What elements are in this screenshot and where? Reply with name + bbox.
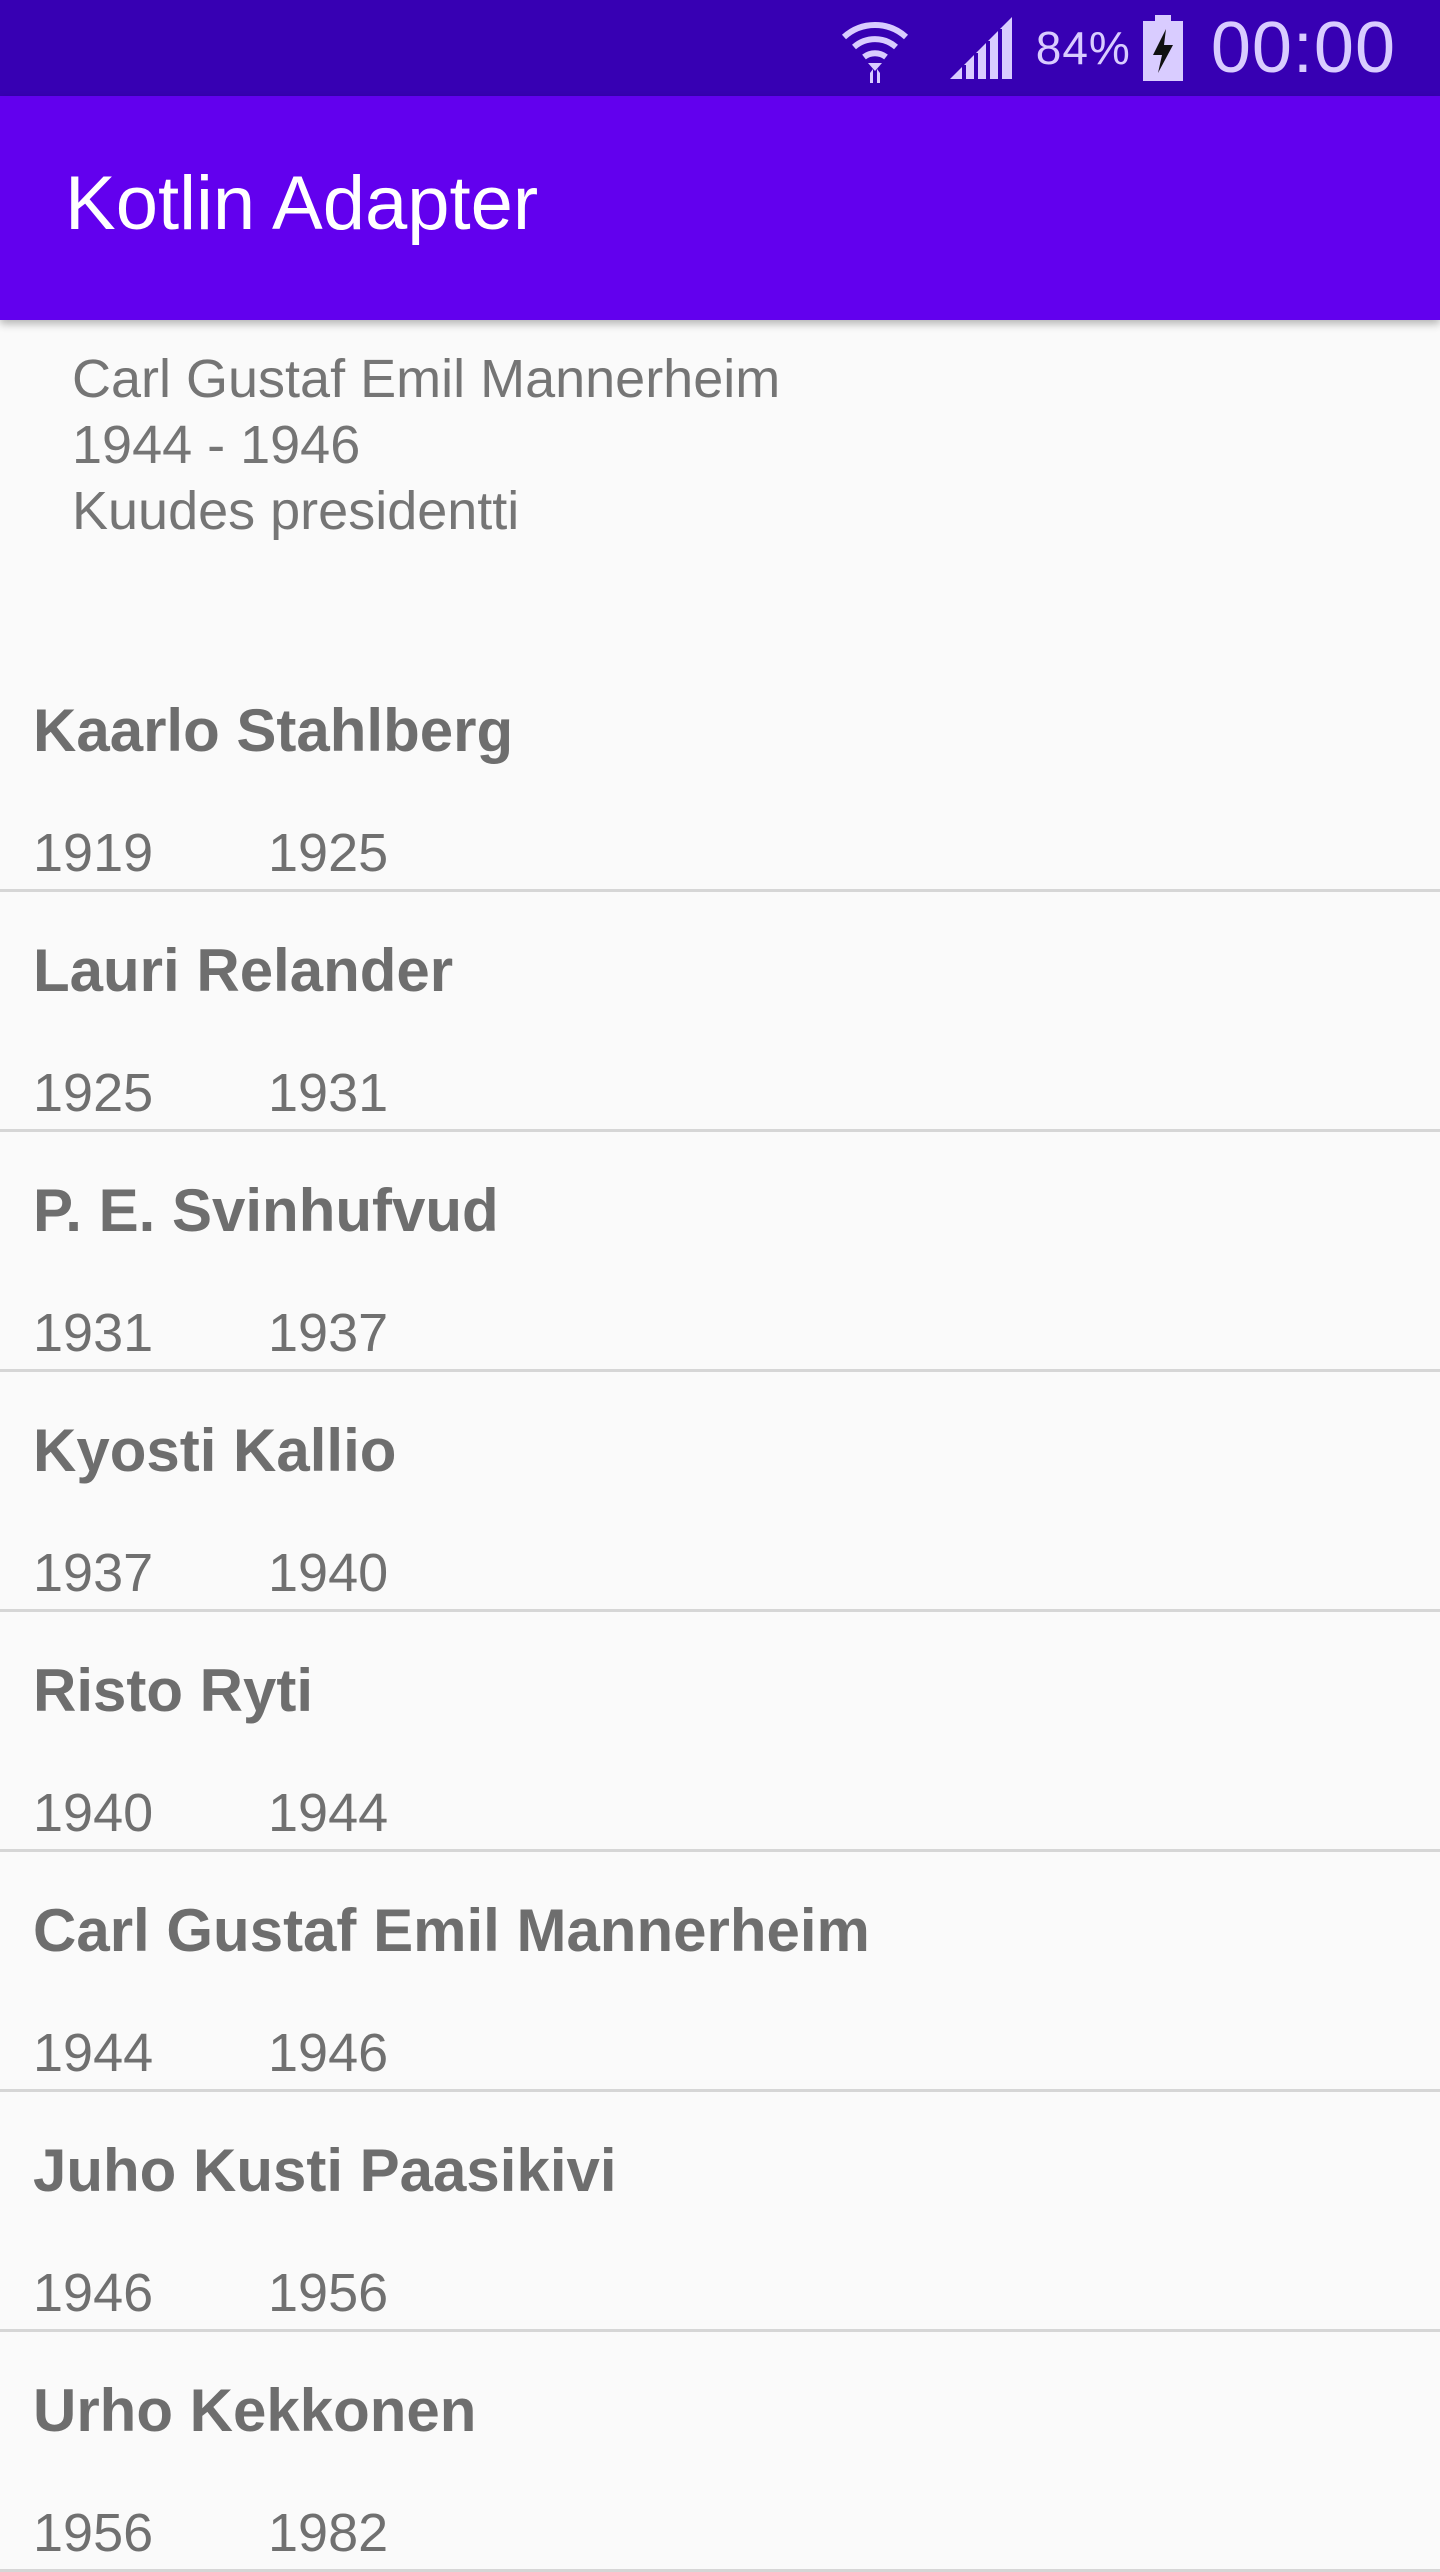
detail-ordinal: Kuudes presidentti [72, 481, 520, 541]
president-name: Kyosti Kallio [33, 1417, 397, 1484]
list-item[interactable]: Carl Gustaf Emil Mannerheim 1944 1946 [0, 1852, 1440, 2092]
term-end: 1940 [268, 1543, 389, 1603]
term-start: 1944 [33, 2023, 154, 2083]
term-end: 1982 [268, 2503, 389, 2563]
term-start: 1919 [33, 823, 154, 883]
list-item[interactable]: Juho Kusti Paasikivi 1946 1956 [0, 2092, 1440, 2332]
term-end: 1946 [268, 2023, 389, 2083]
battery-charging-icon [1142, 15, 1183, 81]
term-start: 1946 [33, 2263, 154, 2323]
battery-percent: 84% [1035, 22, 1131, 74]
app-bar: Kotlin Adapter [0, 96, 1440, 320]
detail-name: Carl Gustaf Emil Mannerheim [72, 349, 781, 409]
status-bar: 84% 00:00 [0, 0, 1440, 96]
status-icons: 84% 00:00 [840, 0, 1396, 96]
wifi-icon [840, 13, 910, 83]
president-list: Kaarlo Stahlberg 1919 1925 Lauri Relande… [0, 652, 1440, 2572]
term-start: 1937 [33, 1543, 154, 1603]
list-item[interactable]: P. E. Svinhufvud 1931 1937 [0, 1132, 1440, 1372]
president-name: Lauri Relander [33, 937, 454, 1004]
term-start: 1940 [33, 1783, 154, 1843]
selected-president-detail: Carl Gustaf Emil Mannerheim 1944 - 1946 … [72, 346, 780, 544]
term-start: 1931 [33, 1303, 154, 1363]
term-end: 1956 [268, 2263, 389, 2323]
list-item[interactable]: Urho Kekkonen 1956 1982 [0, 2332, 1440, 2572]
list-item[interactable]: Kyosti Kallio 1937 1940 [0, 1372, 1440, 1612]
term-end: 1944 [268, 1783, 389, 1843]
list-item[interactable]: Lauri Relander 1925 1931 [0, 892, 1440, 1132]
list-item[interactable]: Risto Ryti 1940 1944 [0, 1612, 1440, 1852]
president-name: Kaarlo Stahlberg [33, 697, 514, 764]
term-end: 1925 [268, 823, 389, 883]
term-end: 1931 [268, 1063, 389, 1123]
app-title: Kotlin Adapter [65, 161, 539, 246]
president-name: Juho Kusti Paasikivi [33, 2137, 617, 2204]
list-item[interactable]: Kaarlo Stahlberg 1919 1925 [0, 652, 1440, 892]
clock: 00:00 [1210, 8, 1396, 88]
president-name: Urho Kekkonen [33, 2377, 477, 2444]
term-end: 1937 [268, 1303, 389, 1363]
term-start: 1925 [33, 1063, 154, 1123]
cell-signal-icon [948, 15, 1014, 81]
detail-years: 1944 - 1946 [72, 415, 361, 475]
president-name: Carl Gustaf Emil Mannerheim [33, 1897, 870, 1964]
term-start: 1956 [33, 2503, 154, 2563]
president-name: P. E. Svinhufvud [33, 1177, 499, 1244]
president-name: Risto Ryti [33, 1657, 314, 1724]
